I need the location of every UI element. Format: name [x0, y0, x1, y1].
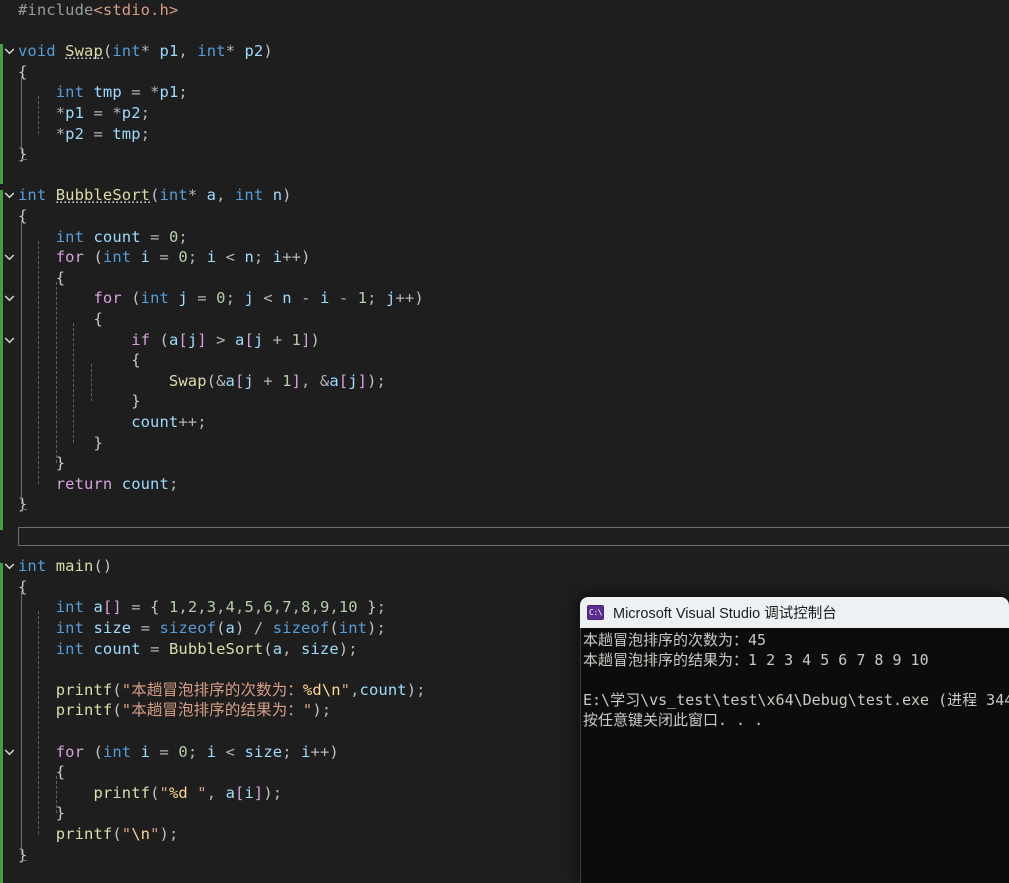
code-line-text: int BubbleSort(int* a, int n): [18, 186, 292, 206]
code-line-text: return count;: [55, 474, 179, 493]
code-line[interactable]: {: [0, 577, 1009, 598]
code-line[interactable]: int tmp = *p1;: [0, 82, 1009, 103]
code-line[interactable]: for (int i = 0; i < n; i++): [0, 247, 1009, 268]
code-line[interactable]: }: [0, 144, 1009, 165]
code-line[interactable]: return count;: [0, 474, 1009, 495]
code-line-text: {: [131, 351, 141, 370]
chevron-down-icon[interactable]: [4, 185, 17, 206]
code-line[interactable]: int BubbleSort(int* a, int n): [0, 185, 1009, 206]
code-line-text: printf("本趟冒泡排序的结果为：");: [55, 701, 332, 720]
indent-guide: [21, 220, 22, 505]
code-line-text: }: [55, 454, 66, 473]
console-icon: [587, 605, 604, 620]
code-line-text: }: [55, 804, 66, 823]
code-line[interactable]: {: [0, 268, 1009, 289]
indent-guide: [38, 240, 40, 484]
code-line[interactable]: {: [0, 350, 1009, 371]
code-line-text: {: [18, 577, 28, 596]
console-output-line: E:\学习\vs_test\test\x64\Debug\test.exe (进…: [583, 691, 1009, 709]
debug-console-window[interactable]: Microsoft Visual Studio 调试控制台 本趟冒泡排序的次数为…: [580, 597, 1009, 883]
code-line-text: }: [131, 392, 141, 411]
code-line[interactable]: *p2 = tmp;: [0, 124, 1009, 145]
code-line-text: count++;: [131, 413, 207, 431]
code-line[interactable]: for (int j = 0; j < n - i - 1; j++): [0, 288, 1009, 309]
code-line-text: printf("本趟冒泡排序的次数为：%d\n",count);: [55, 680, 426, 699]
region-end-marker: [21, 159, 27, 161]
console-output-line: 本趟冒泡排序的次数为：45: [583, 631, 767, 649]
code-line-text: {: [55, 763, 66, 782]
console-output-line: 按任意键关闭此窗口. . .: [583, 711, 764, 729]
code-line-text: }: [93, 433, 103, 452]
indent-guide: [38, 611, 40, 834]
chevron-down-icon[interactable]: [4, 556, 17, 577]
code-line-text: printf("\n");: [55, 825, 179, 843]
indent-guide: [90, 364, 92, 402]
indent-guide: [21, 75, 22, 155]
code-line-text: }: [18, 145, 28, 164]
code-line-text: #include<stdio.h>: [18, 1, 179, 19]
code-line-text: }: [18, 845, 28, 864]
code-line-text: for (int i = 0; i < n; i++): [55, 248, 311, 267]
code-line[interactable]: [0, 165, 1009, 186]
chevron-down-icon[interactable]: [4, 41, 17, 62]
code-line[interactable]: }: [0, 453, 1009, 474]
code-line-text: int count = BubbleSort(a, size);: [55, 639, 358, 658]
chevron-down-icon[interactable]: [4, 742, 17, 763]
code-line[interactable]: if (a[j] > a[j + 1]): [0, 330, 1009, 351]
code-line[interactable]: *p1 = *p2;: [0, 103, 1009, 124]
code-line[interactable]: {: [0, 206, 1009, 227]
code-line[interactable]: }: [0, 494, 1009, 515]
code-line[interactable]: #include<stdio.h>: [0, 0, 1009, 21]
code-line[interactable]: {: [0, 62, 1009, 83]
code-line-text: {: [18, 207, 28, 225]
code-line[interactable]: }: [0, 391, 1009, 412]
chevron-down-icon[interactable]: [4, 288, 17, 309]
code-line[interactable]: [0, 21, 1009, 42]
code-line-text: }: [18, 495, 28, 514]
indent-guide: [73, 323, 75, 443]
code-line-text: {: [55, 268, 66, 287]
code-line-text: for (int i = 0; i < size; i++): [55, 742, 339, 761]
console-output-line: 本趟冒泡排序的结果为：1 2 3 4 5 6 7 8 9 10: [583, 651, 929, 669]
code-line-text: int count = 0;: [55, 227, 188, 246]
code-line-text: void Swap(int* p1, int* p2): [18, 42, 273, 62]
code-line[interactable]: Swap(&a[j + 1], &a[j]);: [0, 371, 1009, 392]
code-line-text: printf("%d ", a[i]);: [93, 783, 283, 802]
current-line-highlight: [18, 527, 1009, 546]
code-line[interactable]: count++;: [0, 412, 1009, 433]
code-line-text: int tmp = *p1;: [55, 83, 188, 102]
console-titlebar[interactable]: Microsoft Visual Studio 调试控制台: [580, 597, 1009, 628]
code-line-text: int a[] = { 1,2,3,4,5,6,7,8,9,10 };: [55, 598, 387, 617]
code-line[interactable]: void Swap(int* p1, int* p2): [0, 41, 1009, 62]
console-output-area[interactable]: 本趟冒泡排序的次数为：45 本趟冒泡排序的结果为：1 2 3 4 5 6 7 8 …: [580, 628, 1009, 883]
code-line[interactable]: int count = 0;: [0, 227, 1009, 248]
indent-guide: [38, 96, 40, 134]
code-line-text: int size = sizeof(a) / sizeof(int);: [55, 619, 386, 637]
chevron-down-icon[interactable]: [4, 330, 17, 351]
indent-guide: [21, 590, 22, 855]
code-line[interactable]: {: [0, 309, 1009, 330]
region-end-marker: [21, 509, 27, 511]
code-line-text: for (int j = 0; j < n - i - 1; j++): [93, 289, 424, 308]
code-line-text: if (a[j] > a[j + 1]): [131, 330, 320, 349]
indent-guide: [55, 776, 57, 814]
code-line[interactable]: int main(): [0, 556, 1009, 577]
chevron-down-icon[interactable]: [4, 247, 17, 268]
code-line-text: {: [18, 62, 28, 81]
indent-guide: [55, 281, 57, 464]
console-title-label: Microsoft Visual Studio 调试控制台: [613, 606, 837, 622]
code-line-text: {: [93, 310, 103, 328]
code-line[interactable]: }: [0, 433, 1009, 454]
region-end-marker: [21, 859, 27, 861]
code-line-text: int main(): [18, 557, 113, 576]
